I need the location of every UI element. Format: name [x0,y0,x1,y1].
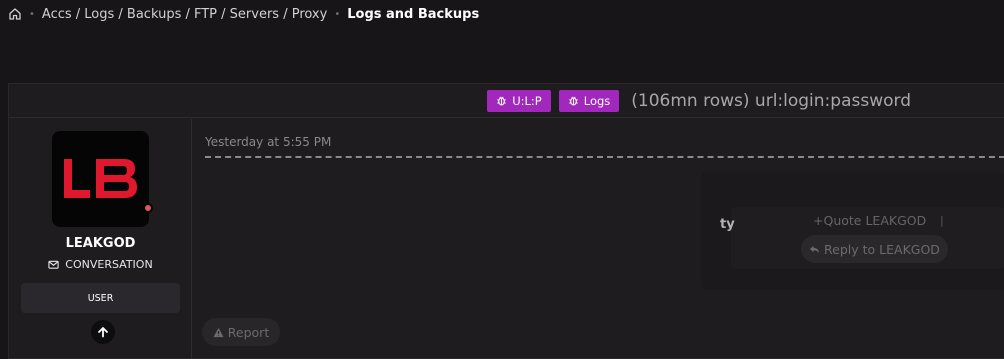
user-role-badge: USER [21,283,180,313]
thread-container: U:L:P Logs (106mn rows) url:login:passwo… [8,83,1004,359]
post-date[interactable]: Yesterday at 5:55 PM [205,135,331,149]
breadcrumb-link-category[interactable]: Accs / Logs / Backups / FTP / Servers / … [42,7,327,22]
post-text: ty [720,217,735,232]
report-label: Report [227,324,270,340]
tag-ulp[interactable]: U:L:P [487,89,551,112]
thread-title: (106mn rows) url:login:password [631,90,911,111]
breadcrumb-separator: • [334,8,341,20]
envelope-icon [48,260,59,269]
bug-icon [568,96,578,106]
bug-icon [497,96,507,106]
reply-label: Reply to LEAKGOD [824,241,940,257]
conversation-link[interactable]: CONVERSATION [9,258,192,271]
breadcrumb-current[interactable]: Logs and Backups [347,7,479,22]
breadcrumb: • Accs / Logs / Backups / FTP / Servers … [8,5,479,23]
avatar[interactable] [52,131,149,227]
leakbase-logo-icon [64,159,137,198]
post-divider [205,156,1004,158]
quote-label: Quote LEAKGOD [823,213,927,228]
reply-icon [809,245,820,253]
warning-icon [213,327,224,337]
online-status-dot [143,203,153,213]
report-button[interactable]: Report [202,318,280,346]
conversation-label: CONVERSATION [65,258,153,271]
reply-button[interactable]: Reply to LEAKGOD [801,235,948,263]
username[interactable]: LEAKGOD [9,236,192,251]
arrow-up-icon [98,327,108,338]
post-body: Yesterday at 5:55 PM ty +Quote LEAKGOD |… [193,119,1004,359]
tag-label: Logs [583,93,611,108]
action-divider: | [940,214,944,227]
home-icon[interactable] [8,7,22,21]
plus-icon: + [813,213,824,228]
scroll-up-button[interactable] [91,320,115,344]
quote-button[interactable]: +Quote LEAKGOD [813,213,926,228]
tag-logs[interactable]: Logs [558,89,620,112]
tag-label: U:L:P [512,93,542,108]
breadcrumb-separator: • [29,8,35,20]
user-info-panel: LEAKGOD CONVERSATION USER [9,119,192,359]
thread-header: U:L:P Logs (106mn rows) url:login:passwo… [9,84,1004,118]
